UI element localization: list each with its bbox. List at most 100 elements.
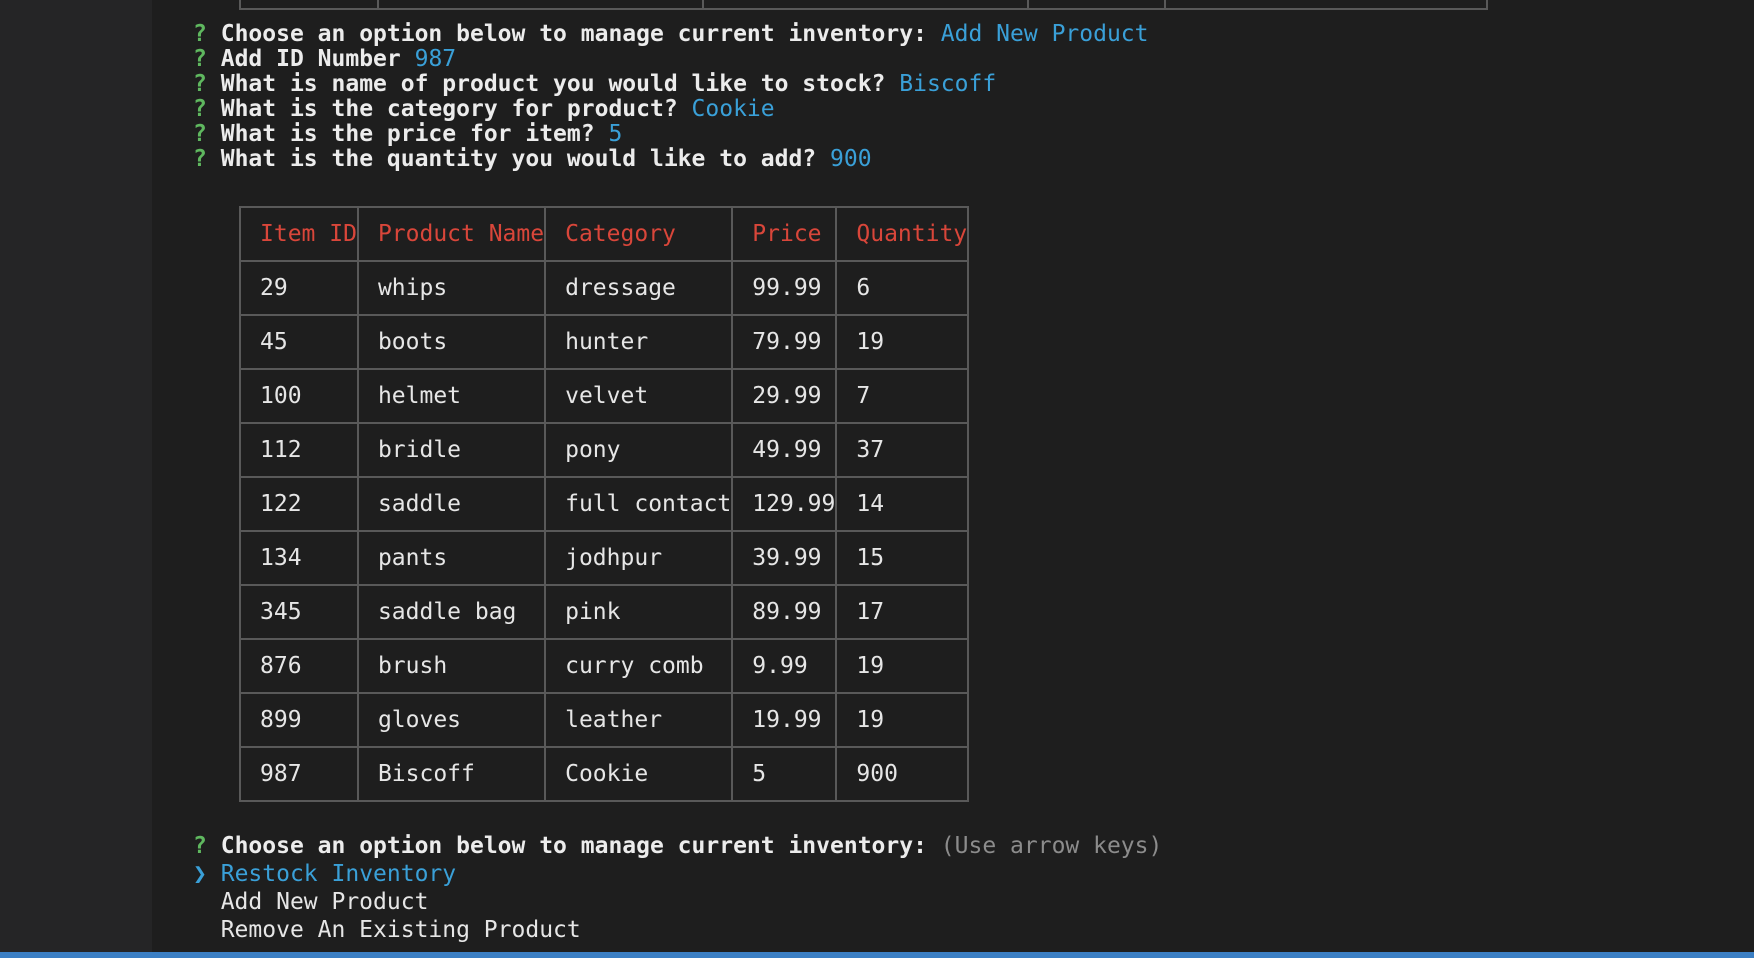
menu-hint: (Use arrow keys): [940, 833, 1163, 859]
cell-product-name: saddle bag: [356, 584, 547, 640]
menu-option[interactable]: Add New Product: [193, 888, 429, 916]
cell-category: pink: [544, 584, 734, 640]
prompt-line: ? What is the category for product? Cook…: [193, 95, 775, 123]
cell-quantity: 19: [835, 314, 970, 370]
menu-option[interactable]: Remove An Existing Product: [193, 916, 581, 944]
cell-quantity: 37: [835, 422, 970, 478]
cell-product-name: helmet: [356, 368, 547, 424]
cell-price: 99.99: [731, 260, 838, 316]
cell-product-name: pants: [356, 530, 547, 586]
column-header-product-name: Product Name: [356, 206, 547, 262]
prompt-line: ? What is name of product you would like…: [193, 70, 996, 98]
cell-item-id: 134: [239, 530, 359, 586]
cell-item-id: 112: [239, 422, 359, 478]
cell-quantity: 900: [835, 746, 970, 802]
menu-question: Choose an option below to manage current…: [220, 833, 927, 859]
column-header-item-id: Item ID: [239, 206, 359, 262]
table-row: 112 bridle pony 49.99 37: [239, 422, 970, 478]
cell-item-id: 29: [239, 260, 359, 316]
cell-quantity: 7: [835, 368, 970, 424]
cell-quantity: 19: [835, 638, 970, 694]
cell-category: hunter: [544, 314, 734, 370]
cell-price: 39.99: [731, 530, 838, 586]
cell-quantity: 14: [835, 476, 970, 532]
cell-item-id: 987: [239, 746, 359, 802]
menu-prompt-line: ? Choose an option below to manage curre…: [193, 832, 1162, 860]
table-row: 45 boots hunter 79.99 19: [239, 314, 970, 370]
cell-price: 19.99: [731, 692, 838, 748]
question-mark-icon: ?: [193, 46, 207, 72]
cell-product-name: whips: [356, 260, 547, 316]
prompt-answer: 5: [608, 121, 623, 147]
question-mark-icon: ?: [193, 71, 207, 97]
previous-table-bottom-border: [239, 0, 1488, 10]
cell-price: 49.99: [731, 422, 838, 478]
table-row: 899 gloves leather 19.99 19: [239, 692, 970, 748]
cell-item-id: 345: [239, 584, 359, 640]
table-header-row: Item ID Product Name Category Price Quan…: [239, 206, 970, 262]
cell-quantity: 19: [835, 692, 970, 748]
table-row: 134 pants jodhpur 39.99 15: [239, 530, 970, 586]
cell-product-name: gloves: [356, 692, 547, 748]
cell-quantity: 15: [835, 530, 970, 586]
menu-option-selected[interactable]: ❯ Restock Inventory: [193, 860, 456, 888]
table-row: 345 saddle bag pink 89.99 17: [239, 584, 970, 640]
prompt-answer: Cookie: [691, 96, 775, 122]
cell-product-name: boots: [356, 314, 547, 370]
cell-price: 29.99: [731, 368, 838, 424]
cell-category: curry comb: [544, 638, 734, 694]
question-mark-icon: ?: [193, 833, 207, 859]
editor-gutter: [0, 0, 152, 958]
table-row: 987 Biscoff Cookie 5 900: [239, 746, 970, 802]
pointer-icon: ❯: [193, 861, 207, 887]
question-mark-icon: ?: [193, 121, 207, 147]
column-header-quantity: Quantity: [835, 206, 970, 262]
cell-category: pony: [544, 422, 734, 478]
column-header-price: Price: [731, 206, 838, 262]
prompt-answer: Biscoff: [899, 71, 997, 97]
cell-product-name: saddle: [356, 476, 547, 532]
cell-price: 129.99: [731, 476, 838, 532]
prompt-question: What is the category for product?: [220, 96, 678, 122]
cell-item-id: 876: [239, 638, 359, 694]
cell-price: 9.99: [731, 638, 838, 694]
table-row: 100 helmet velvet 29.99 7: [239, 368, 970, 424]
question-mark-icon: ?: [193, 146, 207, 172]
cell-item-id: 122: [239, 476, 359, 532]
cell-category: full contact: [544, 476, 734, 532]
table-row: 29 whips dressage 99.99 6: [239, 260, 970, 316]
table-row: 122 saddle full contact 129.99 14: [239, 476, 970, 532]
cell-price: 79.99: [731, 314, 838, 370]
cell-price: 5: [731, 746, 838, 802]
prompt-answer: 987: [414, 46, 457, 72]
cell-product-name: bridle: [356, 422, 547, 478]
cell-price: 89.99: [731, 584, 838, 640]
question-mark-icon: ?: [193, 21, 207, 47]
prompt-line: ? What is the price for item? 5: [193, 120, 622, 148]
status-bar: [0, 952, 1754, 958]
menu-option-add-product[interactable]: Add New Product: [221, 889, 429, 915]
prompt-question: What is name of product you would like t…: [220, 71, 886, 97]
cell-category: velvet: [544, 368, 734, 424]
prompt-question: What is the quantity you would like to a…: [220, 146, 817, 172]
cell-product-name: Biscoff: [356, 746, 547, 802]
prompt-answer: Add New Product: [940, 21, 1149, 47]
prompt-question: Add ID Number: [220, 46, 401, 72]
cell-category: jodhpur: [544, 530, 734, 586]
cell-item-id: 100: [239, 368, 359, 424]
cell-item-id: 45: [239, 314, 359, 370]
prompt-line: ? What is the quantity you would like to…: [193, 145, 872, 173]
prompt-line: ? Choose an option below to manage curre…: [193, 20, 1149, 48]
menu-option-remove-product[interactable]: Remove An Existing Product: [221, 917, 581, 943]
cell-product-name: brush: [356, 638, 547, 694]
cell-item-id: 899: [239, 692, 359, 748]
menu-option-restock[interactable]: Restock Inventory: [221, 861, 456, 887]
prompt-line: ? Add ID Number 987: [193, 45, 456, 73]
prompt-question: Choose an option below to manage current…: [220, 21, 927, 47]
prompt-question: What is the price for item?: [220, 121, 595, 147]
prompt-answer: 900: [830, 146, 872, 172]
question-mark-icon: ?: [193, 96, 207, 122]
cell-quantity: 6: [835, 260, 970, 316]
cell-category: dressage: [544, 260, 734, 316]
terminal-panel[interactable]: ? Choose an option below to manage curre…: [152, 0, 1754, 958]
